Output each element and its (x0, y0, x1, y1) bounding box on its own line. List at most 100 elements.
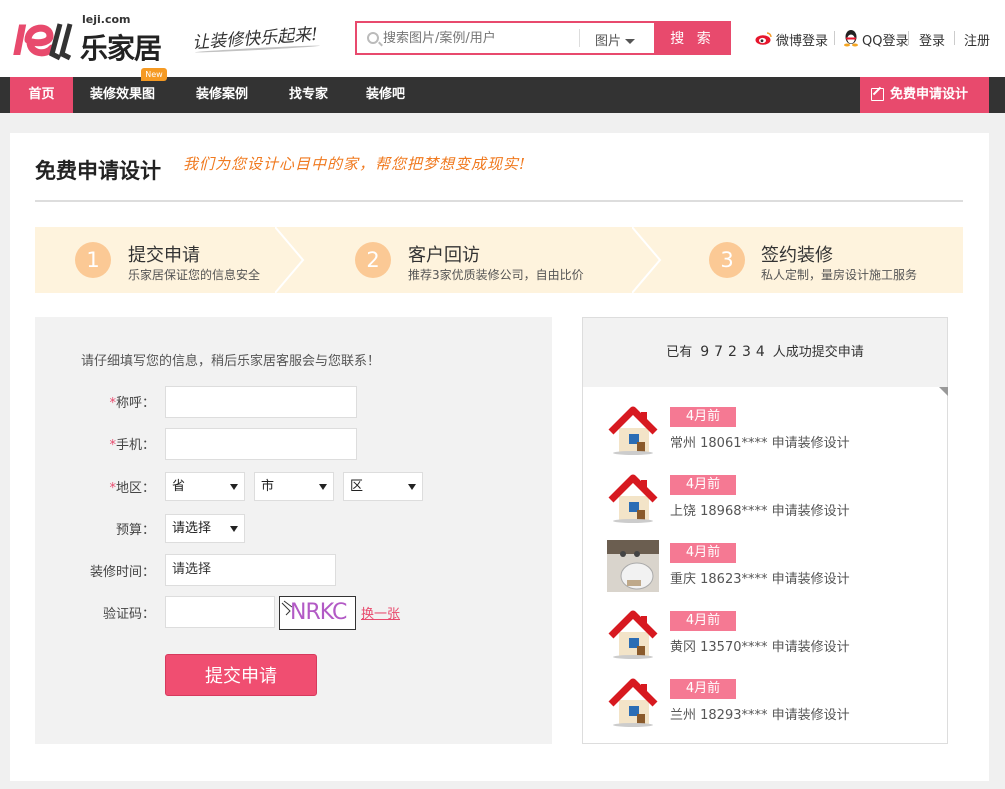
main-nav: 首页 装修效果图 New 装修案例 找专家 装修吧 免费申请设计 (0, 68, 1005, 113)
captcha-input[interactable] (165, 596, 275, 628)
step-title: 签约装修 (761, 245, 833, 266)
time-input[interactable]: 请选择 (165, 554, 336, 586)
application-text: 重庆 18623**** 申请装修设计 (670, 572, 850, 587)
count-number: 97234 (700, 344, 770, 360)
search-type-dropdown[interactable]: 图片 (595, 30, 636, 49)
time-badge: 4月前 (670, 543, 736, 563)
search-input[interactable] (383, 23, 573, 53)
caret-down-icon (230, 526, 238, 532)
nav-cases[interactable]: 装修案例 (196, 77, 248, 113)
nav-forum[interactable]: 装修吧 (366, 77, 405, 113)
process-steps: 1 提交申请 乐家居保证您的信息安全 2 客户回访 推荐3家优质装修公司，自由比… (35, 227, 963, 293)
nav-apply-label: 免费申请设计 (890, 87, 969, 102)
nav-experts[interactable]: 找专家 (289, 77, 328, 113)
budget-value: 请选择 (172, 521, 212, 536)
list-item: 4月前 重庆 18623**** 申请装修设计 (607, 540, 937, 598)
main-panel: 免费申请设计 我们为您设计心目中的家，帮您把梦想变成现实! 1 提交申请 乐家居… (10, 133, 989, 781)
house-avatar-icon (608, 678, 658, 727)
divider (834, 31, 835, 45)
step-title: 提交申请 (128, 245, 200, 266)
city-value: 市 (261, 479, 275, 494)
application-text: 黄冈 13570**** 申请装修设计 (670, 640, 850, 655)
captcha-text: NRKC (290, 600, 347, 625)
step-number: 3 (709, 242, 745, 278)
nav-home[interactable]: 首页 (10, 77, 73, 113)
caret-down-icon (625, 39, 636, 44)
chevron-right-icon (632, 227, 662, 293)
district-value: 区 (350, 479, 364, 494)
chevron-right-icon (275, 227, 305, 293)
captcha-image[interactable]: NRKC (279, 596, 356, 630)
step-desc: 私人定制，量房设计施工服务 (761, 268, 918, 282)
login-link[interactable]: 登录 (919, 30, 945, 49)
district-select[interactable]: 区 (343, 472, 423, 501)
step-desc: 推荐3家优质装修公司，自由比价 (408, 268, 584, 282)
divider (954, 31, 955, 45)
qq-login-link[interactable]: QQ登录 (862, 30, 908, 49)
apply-form: 请仔细填写您的信息，稍后乐家居客服会与您联系！ *称呼： *手机： *地区： 省… (35, 317, 552, 744)
form-hint: 请仔细填写您的信息，稍后乐家居客服会与您联系！ (81, 354, 381, 369)
region-label: *地区： (85, 477, 155, 496)
nav-renderings[interactable]: 装修效果图 (90, 77, 155, 113)
list-item: 4月前 兰州 18293**** 申请装修设计 (607, 676, 937, 734)
count-prefix: 已有 (666, 345, 693, 360)
captcha-label: 验证码： (102, 607, 155, 622)
city-select[interactable]: 市 (254, 472, 334, 501)
phone-label: *手机： (85, 434, 155, 453)
step-number: 2 (355, 242, 391, 278)
submit-button[interactable]: 提交申请 (165, 654, 317, 696)
recent-applications: 已有 97234人成功提交申请 4月前 常州 18061**** 申请装修设计 (582, 317, 948, 744)
title-divider (35, 200, 963, 202)
house-avatar-icon (608, 406, 658, 455)
application-text: 上饶 18968**** 申请装修设计 (670, 504, 850, 519)
search-box: 图片 (355, 21, 655, 55)
province-value: 省 (172, 479, 186, 494)
list-item: 4月前 上饶 18968**** 申请装修设计 (607, 472, 937, 530)
edit-icon (871, 88, 884, 101)
page-subtitle: 我们为您设计心目中的家，帮您把梦想变成现实! (183, 155, 527, 173)
qq-icon (844, 30, 858, 47)
nav-apply-button[interactable]: 免费申请设计 (860, 77, 989, 113)
name-input[interactable] (165, 386, 357, 418)
province-select[interactable]: 省 (165, 472, 245, 501)
divider (908, 31, 909, 45)
caret-down-icon (230, 484, 238, 490)
time-value: 请选择 (172, 562, 212, 577)
register-link[interactable]: 注册 (964, 30, 990, 49)
header: l leji.com 乐家居 让装修快乐起来! 图片 搜 索 微博登录 QQ登录… (0, 0, 1005, 77)
caret-down-icon (319, 484, 327, 490)
search-separator (579, 29, 580, 47)
corner-triangle (939, 387, 948, 396)
user-photo-avatar (607, 540, 659, 592)
budget-label: 预算： (115, 523, 155, 538)
name-label: *称呼： (85, 392, 155, 411)
step-number: 1 (75, 242, 111, 278)
new-badge: New (141, 68, 167, 81)
weibo-login-link[interactable]: 微博登录 (776, 30, 828, 49)
logo-domain: leji.com (82, 13, 131, 26)
list-item: 4月前 黄冈 13570**** 申请装修设计 (607, 608, 937, 666)
weibo-icon (755, 32, 772, 45)
time-badge: 4月前 (670, 679, 736, 699)
house-avatar-icon (608, 610, 658, 659)
budget-select[interactable]: 请选择 (165, 514, 245, 543)
step-desc: 乐家居保证您的信息安全 (128, 268, 261, 282)
phone-input[interactable] (165, 428, 357, 460)
search-type-label: 图片 (595, 34, 622, 49)
application-count: 已有 97234 人成功提交申请 (583, 318, 947, 387)
phone-label-text: 手机： (115, 438, 155, 453)
page-title: 免费申请设计 (35, 159, 161, 183)
application-text: 兰州 18293**** 申请装修设计 (670, 708, 850, 723)
refresh-captcha-link[interactable]: 换一张 (361, 603, 400, 622)
search-icon (367, 32, 379, 44)
time-label: 装修时间： (89, 565, 155, 580)
list-item: 4月前 常州 18061**** 申请装修设计 (607, 404, 937, 462)
caret-down-icon (408, 484, 416, 490)
search-button[interactable]: 搜 索 (654, 21, 731, 55)
logo-text: 乐家居 (80, 32, 162, 65)
name-label-text: 称呼： (115, 396, 155, 411)
time-badge: 4月前 (670, 475, 736, 495)
count-suffix: 人成功提交申请 (772, 345, 864, 360)
time-badge: 4月前 (670, 611, 736, 631)
house-avatar-icon (608, 474, 658, 523)
